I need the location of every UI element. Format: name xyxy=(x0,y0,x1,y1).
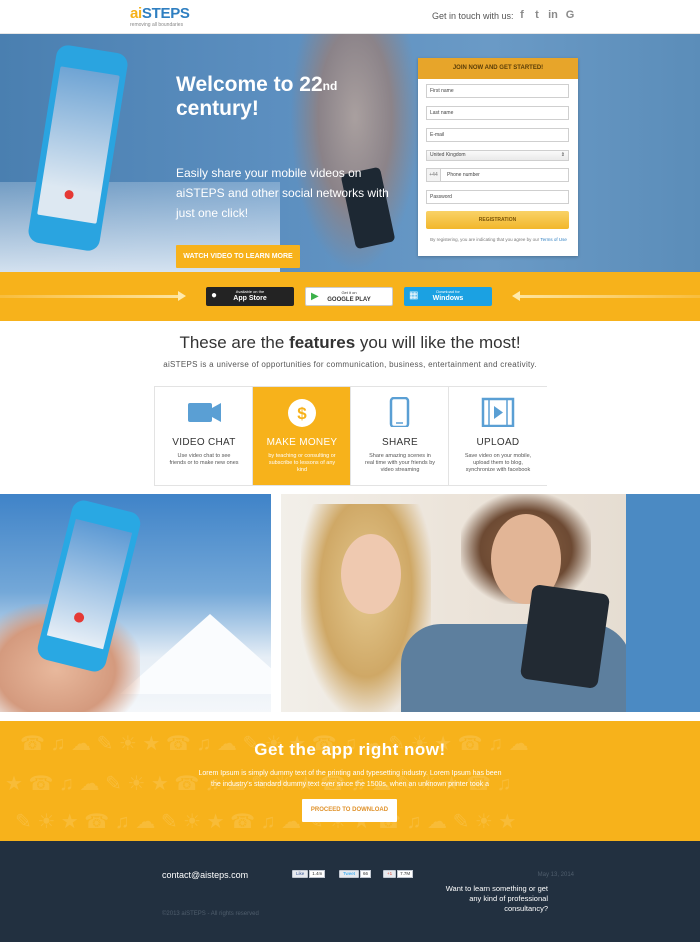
google-plus-widget[interactable]: +1 7.7M xyxy=(383,870,414,878)
app-store-small-label: Available on the xyxy=(235,289,265,294)
copyright-text: ©2013 aiSTEPS - All rights reserved xyxy=(162,911,259,917)
arrow-right-decoration xyxy=(0,295,178,298)
chevron-updown-icon: ⇕ xyxy=(560,152,565,158)
windows-button[interactable]: ▦ Download for Windows xyxy=(404,287,492,306)
hero-subtitle: Easily share your mobile videos on aiSTE… xyxy=(176,166,389,220)
terms-link[interactable]: Terms of Use xyxy=(540,237,567,242)
registration-button[interactable]: REGISTRATION xyxy=(426,211,569,229)
hero-title-line1: Welcome to 22 xyxy=(176,73,323,96)
app-store-label: App Store xyxy=(233,295,267,302)
app-store-bar: ● Available on the App Store ▶ Get it on… xyxy=(0,272,700,321)
signup-form: JOIN NOW AND GET STARTED! First name Las… xyxy=(418,58,578,256)
twitter-icon[interactable]: t xyxy=(530,9,544,21)
hero-title-line2: century! xyxy=(176,97,259,120)
google-play-button[interactable]: ▶ Get it on GOOGLE PLAY xyxy=(305,287,393,306)
features-title-post: you will like the most! xyxy=(355,333,521,352)
proceed-to-download-button[interactable]: PROCEED TO DOWNLOAD xyxy=(302,799,397,822)
surprised-couple-photo xyxy=(281,494,626,712)
share-count: 1.4m xyxy=(309,870,326,878)
girl-face-shape xyxy=(341,534,401,614)
terms-text: By registering, you are indicating that … xyxy=(426,237,571,243)
hero-title-suffix: nd xyxy=(322,79,338,93)
last-name-field[interactable]: Last name xyxy=(426,106,569,120)
facebook-like-button[interactable]: Like xyxy=(292,870,309,878)
blue-side-panel xyxy=(626,494,700,712)
get-app-section: ☎ ♫ ☁ ✎ ☀ ★ ☎ ♫ ☁ ✎ ☀ ★ ☎ ♫ ☁ ✎ ☀ ★ ☎ ♫ … xyxy=(0,721,700,841)
feature-card-title: VIDEO CHAT xyxy=(172,437,236,448)
hero-title: Welcome to 22nd century! xyxy=(176,74,406,120)
features-title: These are the features you will like the… xyxy=(0,333,700,353)
arrow-right-icon xyxy=(178,291,186,301)
film-play-icon xyxy=(481,397,515,427)
skier-phone-photo xyxy=(0,494,271,712)
feature-card-text: Share amazing scenes in real time with y… xyxy=(365,453,435,473)
phone-field[interactable]: +44 Phone number xyxy=(426,168,569,182)
pattern-icon: ✎ ☀ ★ ☎ ♫ ☁ ✎ ☀ ★ ☎ ♫ ☁ ✎ ☀ ★ ☎ ♫ ☁ ✎ ☀ … xyxy=(15,811,517,833)
feature-cards: VIDEO CHAT Use video chat to see friends… xyxy=(154,386,547,486)
facebook-icon[interactable]: f xyxy=(515,9,529,21)
features-description: aiSTEPS is a universe of opportunities f… xyxy=(163,360,537,369)
phone-placeholder: Phone number xyxy=(447,172,480,178)
get-in-touch-label: Get in touch with us: xyxy=(432,11,514,21)
feature-card-title: UPLOAD xyxy=(476,437,520,448)
arrow-left-decoration xyxy=(520,295,700,298)
share-count: 66 xyxy=(360,870,372,878)
facebook-like-widget[interactable]: Like 1.4m xyxy=(292,870,326,878)
phone-prefix: +44 xyxy=(427,169,441,181)
feature-card-text: by teaching or consulting or subscribe t… xyxy=(268,453,336,473)
windows-icon: ▦ xyxy=(409,290,419,301)
feature-card-title: SHARE xyxy=(382,437,418,448)
apple-icon: ● xyxy=(211,290,218,301)
features-title-bold: features xyxy=(289,333,356,352)
video-camera-icon xyxy=(188,403,221,422)
arrow-left-icon xyxy=(512,291,520,301)
google-plus-icon[interactable]: G xyxy=(563,9,577,21)
share-count: 7.7M xyxy=(397,870,414,878)
watch-video-button[interactable]: WATCH VIDEO TO LEARN MORE xyxy=(176,245,300,268)
country-select[interactable]: United Kingdom ⇕ xyxy=(426,150,569,161)
consultancy-question: Want to learn something or get any kind … xyxy=(445,884,548,913)
feature-card-video-chat[interactable]: VIDEO CHAT Use video chat to see friends… xyxy=(155,387,253,485)
site-footer: contact@aisteps.com ©2013 aiSTEPS - All … xyxy=(0,841,700,942)
svg-text:$: $ xyxy=(297,404,307,423)
logo-steps: STEPS xyxy=(141,5,190,22)
country-select-value: United Kingdom xyxy=(430,152,466,158)
feature-card-title: MAKE MONEY xyxy=(266,437,338,448)
dollar-icon: $ xyxy=(288,399,316,427)
contact-email-link[interactable]: contact@aisteps.com xyxy=(162,870,248,880)
site-header: aiSTEPS removing all boundaries Get in t… xyxy=(0,0,700,34)
logo[interactable]: aiSTEPS removing all boundaries xyxy=(130,5,190,28)
google-plus-button[interactable]: +1 xyxy=(383,870,397,878)
tweet-widget[interactable]: Tweet 66 xyxy=(339,870,372,878)
footer-date: May 13, 2014 xyxy=(537,872,574,878)
feature-card-share[interactable]: SHARE Share amazing scenes in real time … xyxy=(351,387,449,485)
terms-prefix: By registering, you are indicating that … xyxy=(430,237,540,242)
snow-mountain-shape xyxy=(120,614,271,694)
get-app-title: Get the app right now! xyxy=(254,740,446,759)
smartphone-icon xyxy=(389,397,410,427)
feature-card-make-money[interactable]: $ MAKE MONEY by teaching or consulting o… xyxy=(253,387,351,485)
logo-tagline: removing all boundaries xyxy=(130,22,184,28)
get-app-text: Lorem Ipsum is simply dummy text of the … xyxy=(198,770,502,788)
first-name-field[interactable]: First name xyxy=(426,84,569,98)
phone-image xyxy=(519,584,611,689)
feature-card-text: Save video on your mobile, upload them t… xyxy=(464,453,532,473)
feature-card-text: Use video chat to see friends or to make… xyxy=(169,453,239,466)
app-store-button[interactable]: ● Available on the App Store xyxy=(206,287,294,306)
email-field[interactable]: E-mail xyxy=(426,128,569,142)
feature-card-upload[interactable]: UPLOAD Save video on your mobile, upload… xyxy=(449,387,547,485)
google-play-icon: ▶ xyxy=(311,291,319,302)
signup-form-heading: JOIN NOW AND GET STARTED! xyxy=(418,58,578,79)
hero-section: Welcome to 22nd century! Easily share yo… xyxy=(0,34,700,272)
logo-ai: ai xyxy=(130,5,142,22)
linkedin-icon[interactable]: in xyxy=(546,9,560,21)
features-title-pre: These are the xyxy=(179,333,290,352)
password-field[interactable]: Password xyxy=(426,190,569,204)
tweet-button[interactable]: Tweet xyxy=(339,870,360,878)
